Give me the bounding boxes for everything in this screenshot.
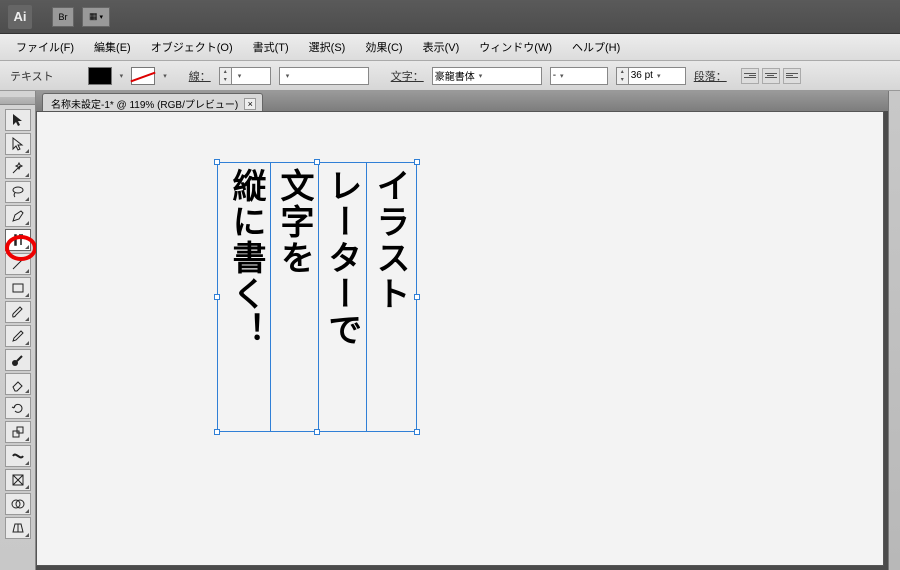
stroke-swatch[interactable]	[131, 67, 155, 85]
app-logo: Ai	[8, 5, 32, 29]
resize-handle[interactable]	[414, 429, 420, 435]
lasso-tool[interactable]	[5, 181, 31, 203]
var-width-dropdown[interactable]: ▾	[279, 67, 369, 85]
direct-selection-tool[interactable]	[5, 133, 31, 155]
bridge-button[interactable]: Br	[52, 7, 74, 27]
canvas[interactable]: イラスト レーターで 文字を 縦に書く！	[36, 111, 884, 566]
pencil-tool[interactable]	[5, 325, 31, 347]
control-bar: テキスト ▾ ▾ 線： ▴▾ ▾ ▾ 文字： 豪龍書体▾ -▾ ▴▾ 36 pt…	[0, 61, 900, 91]
close-tab-icon[interactable]: ×	[244, 98, 256, 110]
align-left-icon[interactable]	[783, 68, 801, 84]
resize-handle[interactable]	[314, 159, 320, 165]
menu-view[interactable]: 表示(V)	[413, 35, 470, 59]
selection-tool[interactable]	[5, 109, 31, 131]
font-size-stepper[interactable]: ▴▾ 36 pt▾	[616, 67, 686, 85]
menu-help[interactable]: ヘルプ(H)	[562, 35, 630, 59]
resize-handle[interactable]	[314, 429, 320, 435]
blob-brush-tool[interactable]	[5, 349, 31, 371]
chevron-down-icon: ▾	[120, 72, 124, 80]
rectangle-tool[interactable]	[5, 277, 31, 299]
fill-swatch[interactable]	[88, 67, 112, 85]
font-size-value: 36 pt	[631, 70, 653, 81]
document-tab-bar: 名称未設定-1* @ 119% (RGB/プレビュー) ×	[36, 91, 888, 111]
text-column: イラスト	[367, 168, 411, 426]
resize-handle[interactable]	[214, 294, 220, 300]
free-transform-tool[interactable]	[5, 469, 31, 491]
vertical-text-object[interactable]: イラスト レーターで 文字を 縦に書く！	[217, 162, 417, 432]
menu-type[interactable]: 書式(T)	[243, 35, 299, 59]
font-style-value: -	[553, 70, 556, 81]
menu-select[interactable]: 選択(S)	[299, 35, 356, 59]
align-right-icon[interactable]	[741, 68, 759, 84]
title-bar: Ai Br ▦ ▾	[0, 0, 900, 34]
panel-dock[interactable]	[888, 91, 900, 570]
document-tab-label: 名称未設定-1* @ 119% (RGB/プレビュー)	[51, 96, 238, 111]
resize-handle[interactable]	[414, 294, 420, 300]
resize-handle[interactable]	[214, 159, 220, 165]
menu-window[interactable]: ウィンドウ(W)	[469, 35, 562, 59]
pen-tool[interactable]	[5, 205, 31, 227]
chevron-down-icon: ▾	[100, 13, 104, 21]
rotate-tool[interactable]	[5, 397, 31, 419]
width-tool[interactable]	[5, 445, 31, 467]
layout-button[interactable]: ▦ ▾	[82, 7, 110, 27]
text-column: 縦に書く！	[223, 168, 267, 426]
tools-panel	[0, 91, 36, 570]
font-name-value: 豪龍書体	[435, 68, 475, 83]
line-tool[interactable]	[5, 253, 31, 275]
paragraph-link[interactable]: 段落：	[694, 68, 727, 84]
type-tool[interactable]	[5, 229, 31, 251]
stroke-width-stepper[interactable]: ▴▾ ▾	[219, 67, 271, 85]
menu-object[interactable]: オブジェクト(O)	[141, 35, 243, 59]
menu-file[interactable]: ファイル(F)	[6, 35, 84, 59]
magic-wand-tool[interactable]	[5, 157, 31, 179]
document-tab[interactable]: 名称未設定-1* @ 119% (RGB/プレビュー) ×	[42, 93, 263, 111]
font-family-dropdown[interactable]: 豪龍書体▾	[432, 67, 542, 85]
text-column: 文字を	[271, 168, 315, 426]
chevron-down-icon: ▾	[163, 72, 167, 80]
shape-builder-tool[interactable]	[5, 493, 31, 515]
resize-handle[interactable]	[414, 159, 420, 165]
stroke-link[interactable]: 線：	[189, 68, 211, 84]
toolbar-grip[interactable]	[0, 97, 35, 105]
align-center-icon[interactable]	[762, 68, 780, 84]
menu-bar: ファイル(F) 編集(E) オブジェクト(O) 書式(T) 選択(S) 効果(C…	[0, 34, 900, 61]
eraser-tool[interactable]	[5, 373, 31, 395]
paintbrush-tool[interactable]	[5, 301, 31, 323]
character-link[interactable]: 文字：	[391, 68, 424, 84]
grid-icon: ▦	[89, 11, 98, 22]
menu-edit[interactable]: 編集(E)	[84, 35, 141, 59]
scale-tool[interactable]	[5, 421, 31, 443]
font-style-dropdown[interactable]: -▾	[550, 67, 608, 85]
text-column: レーターで	[319, 168, 363, 426]
context-label: テキスト	[10, 68, 54, 84]
perspective-tool[interactable]	[5, 517, 31, 539]
menu-effect[interactable]: 効果(C)	[355, 35, 412, 59]
resize-handle[interactable]	[214, 429, 220, 435]
